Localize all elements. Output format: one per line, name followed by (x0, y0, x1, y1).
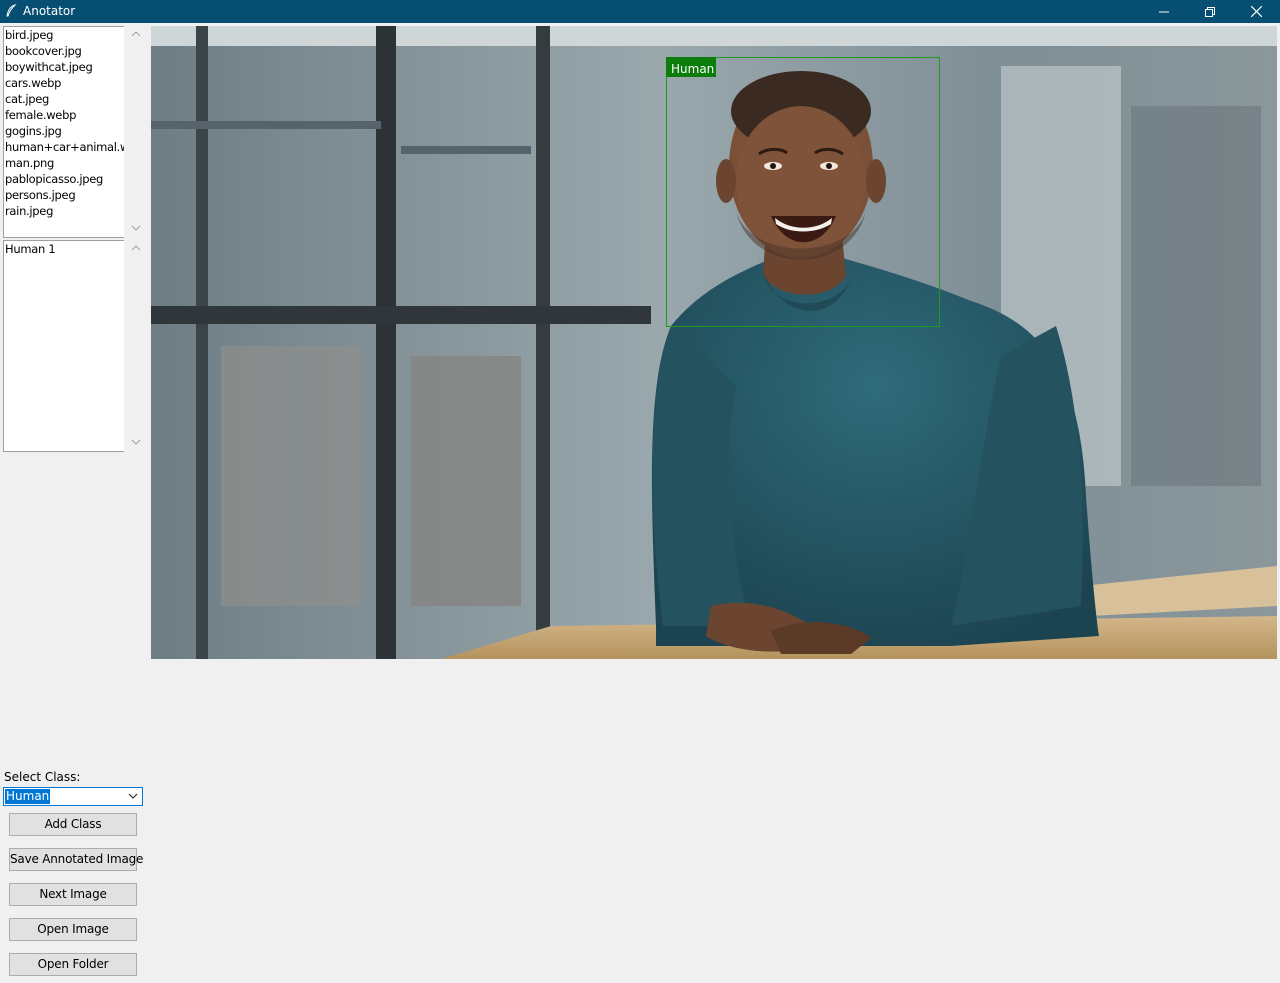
annotation-list-scrollbar[interactable] (124, 240, 148, 452)
class-combobox[interactable]: Human (3, 787, 143, 806)
window-title: Anotator (23, 4, 76, 18)
scroll-up-icon[interactable] (131, 244, 141, 252)
next-image-button[interactable]: Next Image (9, 883, 137, 906)
minimize-icon (1159, 11, 1169, 12)
file-item[interactable]: pablopicasso.jpeg (4, 171, 125, 187)
file-item[interactable]: cars.webp (4, 75, 125, 91)
file-item[interactable]: man.png (4, 155, 125, 171)
feather-icon (6, 4, 17, 17)
annotation-item[interactable]: Human 1 (4, 241, 125, 257)
bounding-box-label: Human (666, 57, 716, 77)
class-combobox-value[interactable]: Human (5, 789, 51, 804)
file-item[interactable]: gogins.jpg (4, 123, 125, 139)
annotation-listbox[interactable]: Human 1 (3, 240, 125, 452)
bounding-box[interactable] (666, 57, 940, 327)
minimize-button[interactable] (1141, 0, 1187, 23)
file-item[interactable]: female.webp (4, 107, 125, 123)
file-item[interactable]: persons.jpeg (4, 187, 125, 203)
restore-icon (1205, 6, 1215, 17)
file-item[interactable]: bird.jpeg (4, 27, 125, 43)
file-listbox[interactable]: bird.jpeg bookcover.jpg boywithcat.jpeg … (3, 26, 125, 238)
file-list-scrollbar[interactable] (124, 26, 148, 238)
file-item[interactable]: rain.jpeg (4, 203, 125, 219)
file-item[interactable]: bookcover.jpg (4, 43, 125, 59)
scroll-down-icon[interactable] (131, 224, 141, 232)
file-item[interactable]: cat.jpeg (4, 91, 125, 107)
title-bar: Anotator (0, 0, 1280, 23)
file-item[interactable]: human+car+animal.webp (4, 139, 125, 155)
close-button[interactable] (1233, 0, 1279, 23)
save-annotated-image-button[interactable]: Save Annotated Image (9, 848, 143, 871)
scroll-down-icon[interactable] (131, 438, 141, 446)
select-class-label: Select Class: (4, 770, 81, 784)
open-folder-button[interactable]: Open Folder (9, 953, 137, 976)
chevron-down-icon[interactable] (128, 793, 138, 800)
scroll-up-icon[interactable] (131, 30, 141, 38)
file-item[interactable]: boywithcat.jpeg (4, 59, 125, 75)
close-icon (1250, 6, 1262, 17)
add-class-button[interactable]: Add Class (9, 813, 137, 836)
open-image-button[interactable]: Open Image (9, 918, 137, 941)
image-canvas[interactable]: Human (151, 26, 1277, 659)
restore-button[interactable] (1187, 0, 1233, 23)
